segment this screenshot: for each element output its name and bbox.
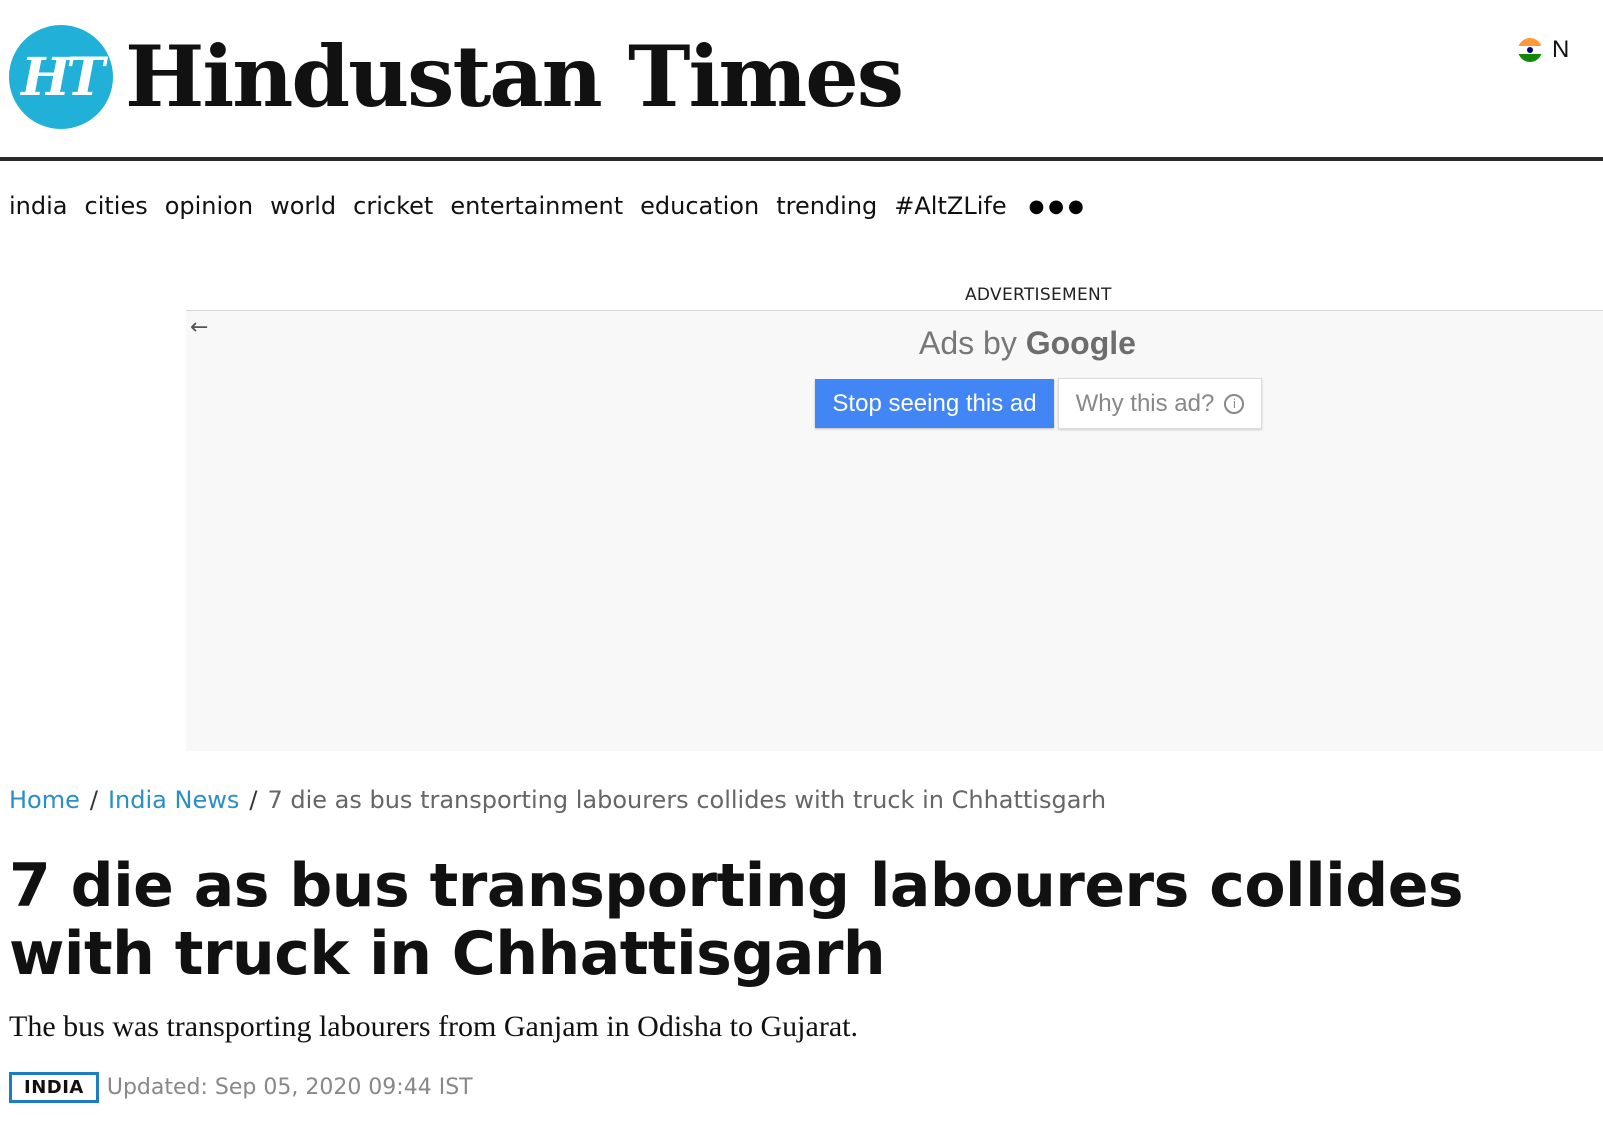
logo-mark: HT bbox=[21, 46, 105, 108]
edition-label: N bbox=[1552, 36, 1570, 63]
nav-item-opinion[interactable]: opinion bbox=[165, 192, 253, 220]
why-this-ad-button[interactable]: Why this ad? i bbox=[1058, 378, 1262, 429]
updated-timestamp: Updated: Sep 05, 2020 09:44 IST bbox=[106, 1075, 473, 1100]
nav-item-trending[interactable]: trending bbox=[776, 192, 877, 220]
breadcrumb-current: 7 die as bus transporting labourers coll… bbox=[267, 786, 1107, 814]
nav-item-altzlife[interactable]: #AltZLife bbox=[894, 192, 1006, 220]
stop-seeing-ad-label: Stop seeing this ad bbox=[832, 389, 1037, 417]
why-this-ad-label: Why this ad? bbox=[1075, 389, 1215, 417]
stop-seeing-ad-button[interactable]: Stop seeing this ad bbox=[815, 379, 1054, 428]
nav-item-cricket[interactable]: cricket bbox=[353, 192, 433, 220]
ad-slot: ← Ads by Google Stop seeing this ad Why … bbox=[186, 310, 1603, 751]
site-header: HT Hindustan Times N bbox=[0, 0, 1603, 160]
ads-by-label: Ads by bbox=[919, 325, 1017, 361]
site-logo-wordmark[interactable]: Hindustan Times bbox=[125, 22, 904, 132]
advertisement-label: ADVERTISEMENT bbox=[965, 285, 1112, 305]
header-divider bbox=[0, 157, 1603, 161]
breadcrumb-separator: / bbox=[249, 786, 258, 814]
breadcrumb-section-link[interactable]: India News bbox=[108, 786, 239, 814]
more-dots-icon[interactable]: ●●● bbox=[1029, 196, 1088, 217]
article-headline: 7 die as bus transporting labourers coll… bbox=[9, 851, 1464, 989]
article-standfirst: The bus was transporting labourers from … bbox=[9, 1010, 858, 1043]
nav-item-india[interactable]: india bbox=[9, 192, 68, 220]
google-brand: Google bbox=[1025, 325, 1136, 361]
back-arrow-icon[interactable]: ← bbox=[190, 315, 208, 340]
breadcrumb-separator: / bbox=[89, 786, 98, 814]
ht-logo-icon[interactable]: HT bbox=[9, 25, 113, 129]
breadcrumb-home-link[interactable]: Home bbox=[9, 786, 80, 814]
article-meta: INDIA Updated: Sep 05, 2020 09:44 IST bbox=[9, 1072, 473, 1103]
nav-item-world[interactable]: world bbox=[270, 192, 336, 220]
ads-by-google: Ads by Google bbox=[919, 325, 1136, 362]
nav-item-entertainment[interactable]: entertainment bbox=[450, 192, 623, 220]
main-nav: india cities opinion world cricket enter… bbox=[9, 186, 1105, 226]
edition-selector[interactable]: N bbox=[1518, 36, 1569, 64]
nav-item-education[interactable]: education bbox=[640, 192, 759, 220]
india-flag-icon bbox=[1518, 38, 1542, 62]
nav-item-cities[interactable]: cities bbox=[85, 192, 148, 220]
info-icon: i bbox=[1224, 393, 1245, 414]
section-badge[interactable]: INDIA bbox=[9, 1072, 99, 1103]
breadcrumb: Home / India News / 7 die as bus transportin… bbox=[9, 786, 1106, 814]
